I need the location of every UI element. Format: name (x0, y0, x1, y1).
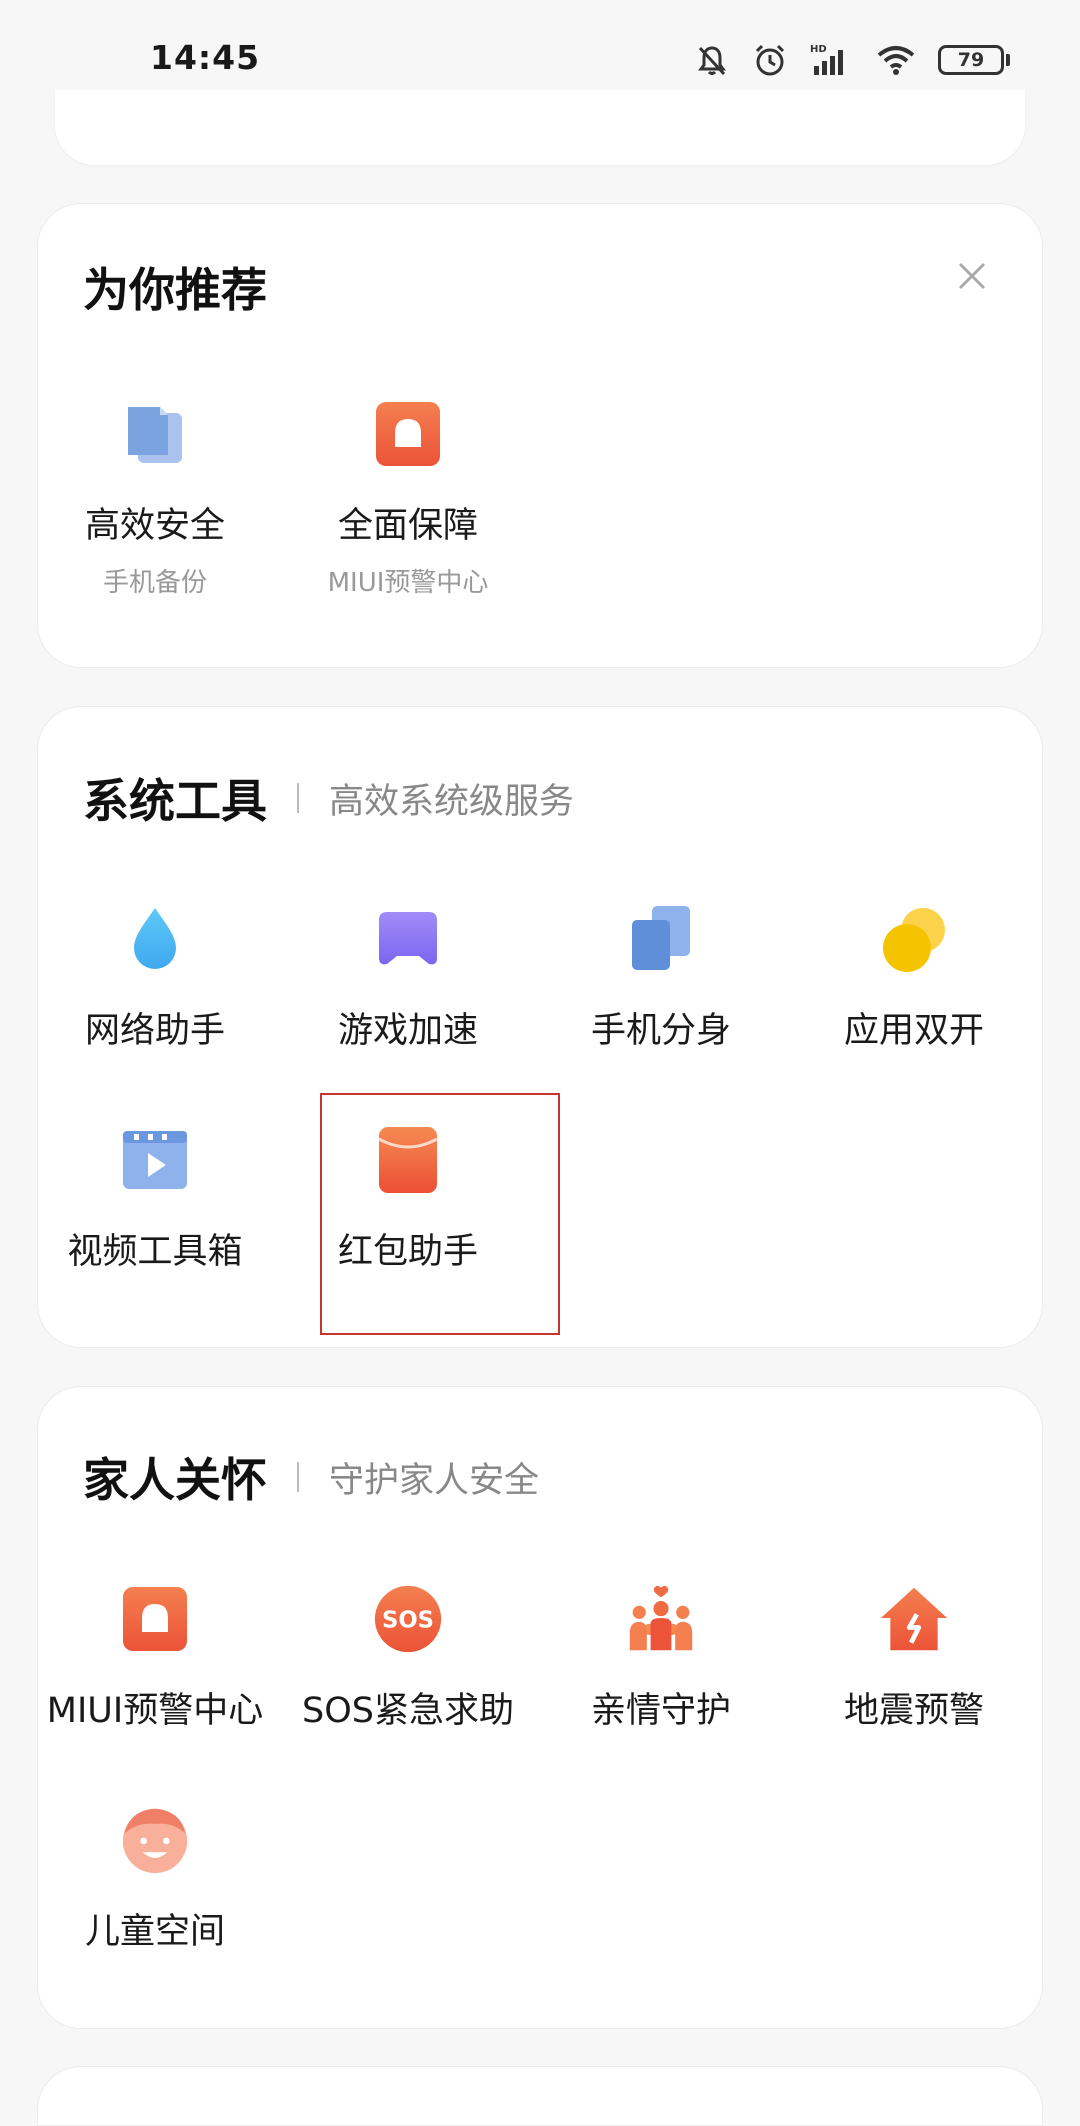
header-divider (297, 783, 299, 813)
system-tools-header: 系统工具 高效系统级服务 (83, 765, 574, 831)
tile-label: 网络助手 (84, 1011, 225, 1051)
close-button[interactable] (952, 256, 992, 296)
tile-alert-center[interactable]: 全面保障 MIUI预警中心 (288, 399, 528, 599)
tile-label: 地震预警 (843, 1691, 984, 1731)
tile-game-boost[interactable]: 游戏加速 (288, 904, 528, 1053)
tile-label: 游戏加速 (337, 1011, 478, 1051)
tile-label: MIUI预警中心 (46, 1691, 264, 1731)
alert-icon (120, 1584, 190, 1654)
earthquake-icon (879, 1584, 949, 1654)
section-subtitle: 高效系统级服务 (329, 781, 575, 822)
svg-text:HD: HD (810, 44, 827, 55)
tile-phone-clone[interactable]: 手机分身 (541, 904, 781, 1053)
gamepad-icon (373, 904, 443, 974)
recommend-title: 为你推荐 (83, 263, 267, 317)
family-care-card: 家人关怀 守护家人安全 MIUI预警中心 SOS SOS紧急求助 亲情守护 地震… (37, 1386, 1043, 2029)
tile-earthquake-alert[interactable]: 地震预警 (794, 1584, 1034, 1733)
sos-icon: SOS (373, 1584, 443, 1654)
signal-icon: HD (810, 44, 843, 75)
kid-face-icon (120, 1805, 190, 1875)
close-icon (958, 262, 986, 290)
next-card-edge (37, 2066, 1043, 2126)
alarm-icon (755, 44, 785, 76)
section-title: 系统工具 (83, 774, 267, 828)
alert-icon (373, 399, 443, 469)
tile-label: 视频工具箱 (67, 1232, 243, 1272)
tile-label: 应用双开 (843, 1011, 984, 1051)
tile-label: 手机分身 (590, 1011, 731, 1051)
tile-video-toolbox[interactable]: 视频工具箱 (35, 1125, 275, 1274)
tile-dual-apps[interactable]: 应用双开 (794, 904, 1034, 1053)
phone-clone-icon (626, 904, 696, 974)
tile-label: 高效安全 (84, 506, 225, 546)
tile-network-assistant[interactable]: 网络助手 (35, 904, 275, 1053)
bell-muted-icon (698, 46, 726, 76)
family-icon (626, 1584, 696, 1654)
status-time: 14:45 (150, 38, 261, 77)
recommend-card: 为你推荐 高效安全 手机备份 全面保障 MIUI预警中心 (37, 203, 1043, 668)
previous-card-edge (55, 90, 1025, 165)
sos-badge-text: SOS (382, 1608, 434, 1634)
tile-miui-alert-center[interactable]: MIUI预警中心 (35, 1584, 275, 1733)
system-tools-card: 系统工具 高效系统级服务 网络助手 游戏加速 手机分身 应用双开 视频工具箱 红… (37, 706, 1043, 1348)
selection-highlight (320, 1093, 560, 1335)
video-toolbox-icon (120, 1125, 190, 1195)
status-icons: HD 79 (694, 40, 1010, 80)
tile-sublabel: 手机备份 (102, 568, 207, 598)
section-subtitle: 守护家人安全 (329, 1460, 540, 1501)
wifi-icon (877, 46, 915, 75)
family-care-header: 家人关怀 守护家人安全 (83, 1444, 539, 1510)
battery-tip (1006, 54, 1010, 66)
dual-app-icon (879, 904, 949, 974)
tile-kids-space[interactable]: 儿童空间 (35, 1805, 275, 1954)
battery-indicator: 79 (938, 45, 1010, 75)
battery-level: 79 (938, 45, 1004, 75)
tile-sublabel: MIUI预警中心 (327, 568, 489, 598)
header-divider (297, 1462, 299, 1492)
water-drop-icon (120, 904, 190, 974)
tile-label: 全面保障 (337, 506, 478, 546)
tile-sos[interactable]: SOS SOS紧急求助 (288, 1584, 528, 1733)
section-title: 家人关怀 (83, 1453, 267, 1507)
backup-icon (120, 399, 190, 469)
tile-label: 亲情守护 (590, 1691, 731, 1731)
tile-label: SOS紧急求助 (302, 1691, 514, 1731)
tile-family-guard[interactable]: 亲情守护 (541, 1584, 781, 1733)
tile-label: 儿童空间 (84, 1912, 225, 1952)
tile-backup[interactable]: 高效安全 手机备份 (35, 399, 275, 599)
